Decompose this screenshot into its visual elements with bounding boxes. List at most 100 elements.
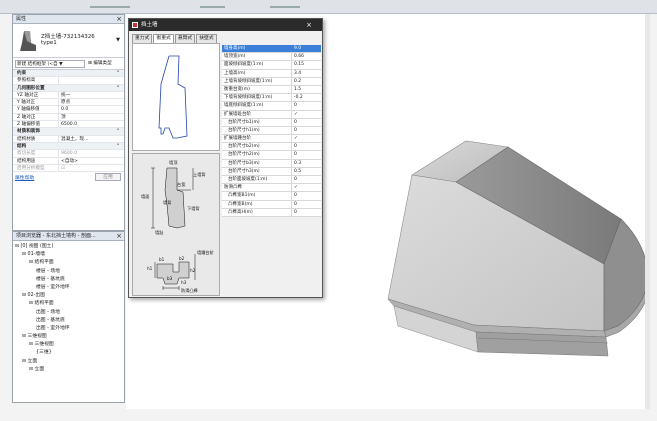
parameter-name: 墙底倾斜坡度(1:m) (222, 102, 292, 110)
property-row: 结构用途 <自动> (13, 157, 124, 165)
parameter-value[interactable]: 0 (292, 201, 321, 208)
tree-item[interactable]: 出图 - 场地 (13, 309, 124, 317)
tab-wall-type[interactable]: 悬臂式 (174, 34, 196, 43)
collapse-icon[interactable]: ⌃ (116, 85, 124, 91)
property-key: 剪切长度 (13, 150, 59, 157)
properties-footer: 属性帮助 应用 (13, 172, 124, 183)
type-selector[interactable]: Z挡土墙-732134326 type1 ▼ (13, 24, 124, 58)
parameter-name: 凸榫高H(m) (222, 208, 292, 216)
section-preview (132, 43, 220, 151)
parameter-value[interactable]: 0.3 (292, 160, 321, 167)
properties-grid: 约束 ⌃ 参照标高 几何图形位置 ⌃ YZ 轴对正 统一 Y 轴对正 原点 Y 轴偏移值 0.0 Z … (13, 70, 124, 173)
edit-type-button[interactable]: ⊞ 编辑类型 (88, 60, 112, 68)
tree-item[interactable]: 出图 - 室外地坪 (13, 325, 124, 333)
parameter-value[interactable]: -0.2 (292, 94, 321, 101)
property-section[interactable]: 几何图形位置 ⌃ (13, 84, 124, 92)
property-value[interactable]: ☑ (59, 165, 124, 171)
tree-item[interactable]: ⊟ 立面 (13, 366, 124, 374)
tree-item[interactable]: ⊟ 结构平面 (13, 300, 124, 308)
parameter-value[interactable]: ✓ (292, 184, 321, 191)
tree-item[interactable]: {三维} (13, 349, 124, 357)
tree-item[interactable]: 楼层 - 室外地坪 (13, 284, 124, 292)
parameter-value[interactable]: ✓ (292, 111, 321, 118)
property-value[interactable]: 9600.0 (59, 150, 124, 156)
property-section[interactable]: 约束 ⌃ (13, 70, 124, 78)
parameter-name: 台阶面坡坡度(1:m) (222, 176, 292, 184)
property-value[interactable]: 0.0 (59, 106, 124, 112)
collapse-icon[interactable]: ⌃ (116, 143, 124, 149)
collapse-icon[interactable]: ⌃ (116, 128, 124, 134)
parameter-value[interactable]: ✓ (292, 135, 321, 142)
parameter-value[interactable]: 0.2 (292, 78, 321, 85)
parameter-value[interactable]: 1.5 (292, 86, 321, 93)
property-key: Y 轴偏移值 (13, 106, 59, 113)
property-section[interactable]: 结构 ⌃ (13, 142, 124, 151)
parameter-value[interactable]: 0 (292, 151, 321, 158)
tree-item[interactable]: ⊟ [0] 视图 (图土) (13, 243, 124, 251)
parameter-grid: 墙身高(m) 9.0 墙顶宽(m) 0.66 面坡倾斜坡度(1:m) 0.15 上墙高(m)… (222, 45, 321, 217)
property-value[interactable]: 统一 (59, 92, 124, 98)
parameter-value[interactable]: 0 (292, 102, 321, 109)
label-b1: b1 (159, 257, 165, 262)
properties-help-link[interactable]: 属性帮助 (15, 174, 34, 181)
tree-item[interactable]: 出图 - 基坑底 (13, 317, 124, 325)
wall-type-icon (20, 31, 36, 51)
parameter-value[interactable]: 0 (292, 127, 321, 134)
instance-filter-select[interactable]: 新建 结构框架 (<自 ▼ (15, 60, 85, 68)
parameter-value[interactable]: 0.66 (292, 53, 321, 60)
vertical-scrollbar[interactable] (645, 14, 650, 409)
tree-item[interactable]: ⊟ 三维视图 (13, 333, 124, 341)
parameter-value[interactable]: 0.5 (292, 168, 321, 175)
property-key: Z 轴偏移值 (13, 121, 59, 128)
collapse-icon[interactable]: ⌃ (116, 70, 124, 76)
parameter-name: 扩展墙踵台阶 (222, 135, 292, 143)
chevron-down-icon[interactable]: ▼ (116, 37, 120, 43)
property-value[interactable]: <自动> (59, 158, 124, 164)
parameter-name: 台阶尺寸b2(m) (222, 143, 292, 151)
parameter-row: 下墙背坡倾斜坡度(1:m) -0.2 (222, 94, 321, 103)
parameter-name: 下墙背坡倾斜坡度(1:m) (222, 94, 292, 102)
property-value[interactable]: 原点 (59, 99, 124, 105)
browser-title: 项目浏览器 - 东北挡土墙构 - 剖面... (16, 233, 96, 239)
parameter-name: 扩展墙趾台阶 (222, 110, 292, 118)
close-icon[interactable]: × (116, 232, 122, 241)
parameter-name: 台阶尺寸h3(m) (222, 167, 292, 175)
parameter-name: 面坡倾斜坡度(1:m) (222, 61, 292, 69)
parameter-value[interactable]: 0.15 (292, 61, 321, 68)
parameter-row: 面坡倾斜坡度(1:m) 0.15 (222, 61, 321, 70)
parameter-value[interactable]: 0 (292, 176, 321, 183)
parameter-value[interactable]: 0 (292, 143, 321, 150)
property-section[interactable]: 材质和装饰 ⌃ (13, 128, 124, 136)
property-value[interactable]: 混凝土，现... (59, 136, 124, 142)
tree-item[interactable]: ⊟ 01-墙墙 (13, 251, 124, 259)
property-value[interactable]: 6500.0 (59, 121, 124, 127)
tree-item[interactable]: 楼层 - 基坑底 (13, 276, 124, 284)
parameter-value[interactable]: 9.0 (292, 45, 321, 52)
parameter-row: 台阶面坡坡度(1:m) 0 (222, 176, 321, 185)
property-value[interactable] (59, 77, 124, 83)
type-subname: type1 (41, 40, 57, 46)
tree-item[interactable]: ⊟ 结构平面 (13, 259, 124, 267)
retaining-wall-dialog: 挡土墙 × 重力式 衡重式 悬臂式 扶壁式 墙顶 上墙背 台宽 墙面 墙背 下墙… (128, 18, 323, 298)
app-icon (132, 22, 138, 28)
tree-item[interactable]: ⊟ 三维视图 (13, 341, 124, 349)
tree-item[interactable]: 楼层 - 场地 (13, 268, 124, 276)
close-icon[interactable]: × (116, 15, 122, 24)
tab-wall-type[interactable]: 衡重式 (153, 34, 174, 43)
property-value[interactable]: 顶 (59, 114, 124, 120)
parameter-value[interactable]: 0 (292, 209, 321, 216)
close-icon[interactable]: × (306, 19, 312, 31)
property-row: Y 轴偏移值 0.0 (13, 106, 124, 114)
tab-wall-type[interactable]: 重力式 (132, 34, 153, 43)
parameter-name: 上墙高(m) (222, 69, 292, 77)
parameter-value[interactable]: 0 (292, 192, 321, 199)
parameter-row: 衡重台宽(m) 1.5 (222, 85, 321, 95)
apply-button[interactable]: 应用 (95, 173, 121, 182)
property-key: Y 轴对正 (13, 99, 59, 106)
tree-item[interactable]: ⊟ 立面 (13, 358, 124, 366)
parameter-value[interactable]: 0 (292, 119, 321, 126)
parameter-value[interactable]: 3.4 (292, 70, 321, 77)
tab-wall-type[interactable]: 扶壁式 (196, 34, 217, 43)
tree-item[interactable]: ⊟ 02-出图 (13, 292, 124, 300)
property-row: 启用分析模型 ☑ (13, 164, 124, 173)
